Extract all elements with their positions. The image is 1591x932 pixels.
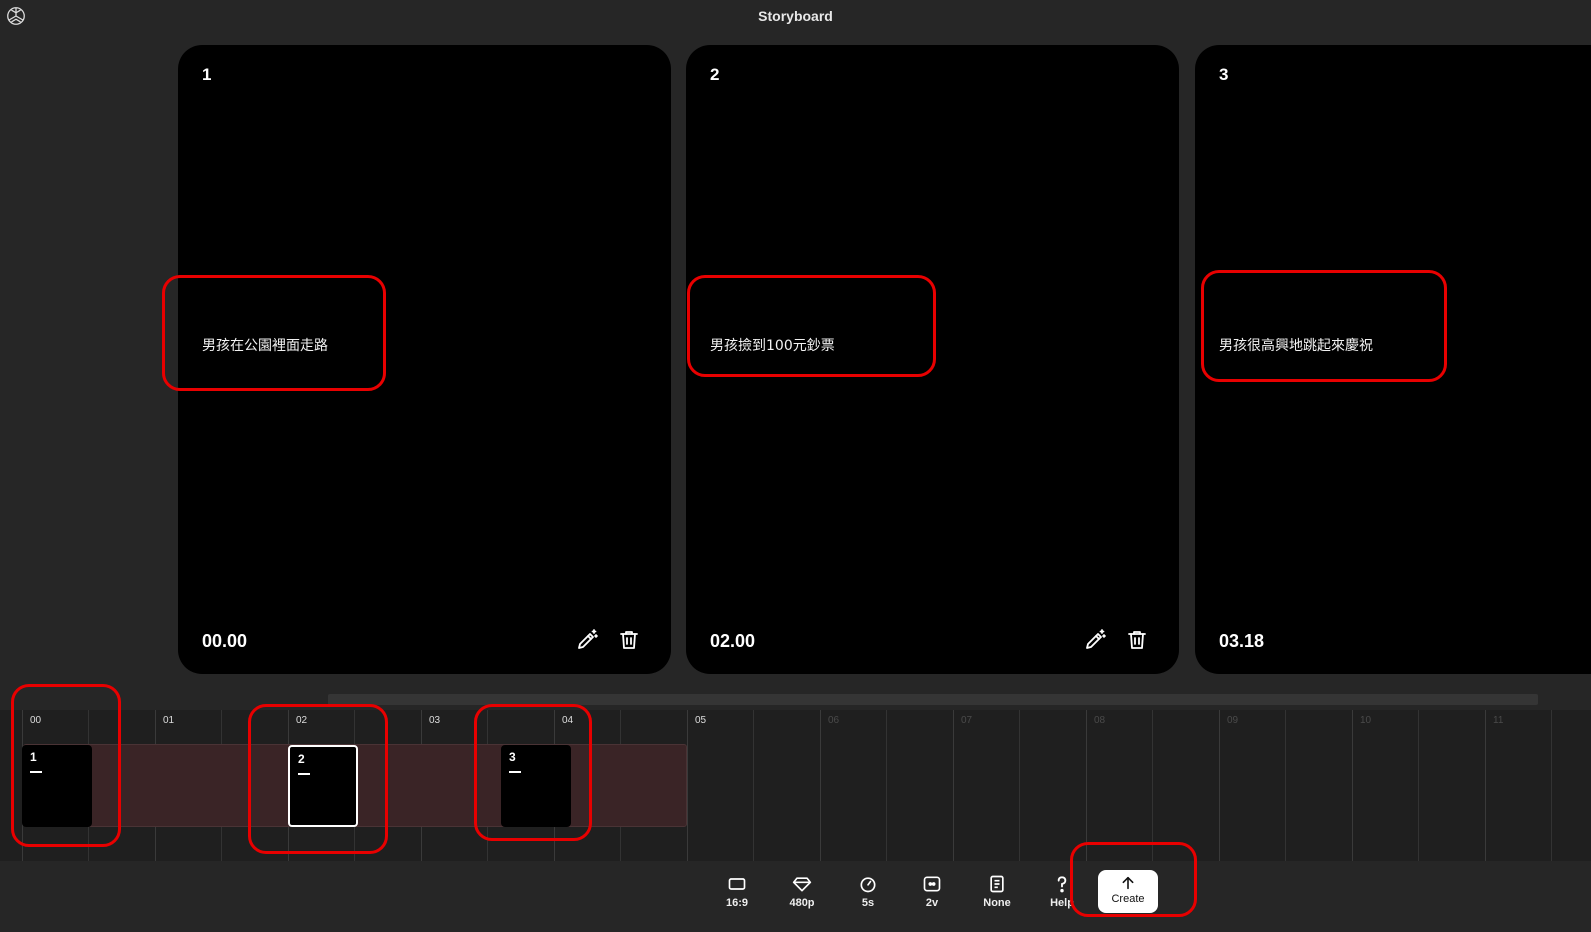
trash-icon[interactable]: [1125, 628, 1149, 652]
horizontal-scrollbar[interactable]: [328, 694, 1538, 705]
clip-dash: [30, 771, 42, 773]
aspect-ratio-icon: [728, 878, 746, 890]
preset-label: None: [983, 897, 1011, 909]
timeline-half-tick-line: [753, 710, 754, 861]
timeline-clip-1[interactable]: 1: [22, 745, 92, 827]
storyboard-card-2[interactable]: 2 男孩撿到100元鈔票 02.00: [686, 45, 1179, 674]
preset-icon: [990, 875, 1004, 893]
page-title: Storyboard: [758, 8, 833, 24]
timeline-tick-line: [687, 710, 688, 861]
aspect-ratio-button[interactable]: 16:9: [712, 874, 762, 909]
top-bar: Storyboard: [0, 0, 1591, 40]
clip-number: 1: [30, 750, 37, 764]
duration-label: 5s: [861, 897, 875, 909]
timeline-tick-label: 05: [695, 715, 707, 726]
card-caption[interactable]: 男孩在公園裡面走路: [202, 335, 328, 355]
resolution-button[interactable]: 480p: [777, 874, 827, 909]
card-caption[interactable]: 男孩撿到100元鈔票: [710, 335, 835, 355]
timeline-tick-line: [820, 710, 821, 861]
timeline-tick-label: 06: [828, 715, 840, 726]
timeline-tick-line: [1485, 710, 1486, 861]
timeline-tick-label: 08: [1094, 715, 1106, 726]
timeline-tick-label: 01: [163, 715, 175, 726]
timeline-half-tick-line: [1019, 710, 1020, 861]
timeline-tick-label: 02: [296, 715, 308, 726]
create-button[interactable]: Create: [1098, 870, 1158, 913]
storyboard-card-3[interactable]: 3 男孩很高興地跳起來慶祝 03.18: [1195, 45, 1591, 674]
clip-dash: [298, 773, 310, 775]
clip-dash: [509, 771, 521, 773]
clip-number: 3: [509, 750, 516, 764]
card-time: 00.00: [202, 631, 248, 651]
stopwatch-icon: [860, 877, 876, 893]
help-button[interactable]: Help: [1037, 874, 1087, 909]
card-caption[interactable]: 男孩很高興地跳起來慶祝: [1219, 335, 1373, 355]
help-label: Help: [1050, 897, 1074, 909]
timeline-tick-label: 11: [1493, 715, 1504, 726]
resolution-label: 480p: [789, 897, 815, 909]
question-icon: [1057, 876, 1067, 893]
diamond-icon: [792, 877, 812, 892]
timeline-tick-label: 10: [1360, 715, 1372, 726]
variations-label: 2v: [925, 897, 939, 909]
timeline-half-tick-line: [1152, 710, 1153, 861]
card-number: 3: [1219, 65, 1229, 84]
timeline-tick-label: 03: [429, 715, 441, 726]
card-number: 2: [710, 65, 720, 84]
duration-button[interactable]: 5s: [843, 874, 893, 909]
timeline-tick-label: 04: [562, 715, 574, 726]
variations-icon: [923, 876, 941, 892]
storyboard-card-1[interactable]: 1 男孩在公園裡面走路 00.00: [178, 45, 671, 674]
card-number: 1: [202, 65, 212, 84]
trash-icon[interactable]: [617, 628, 641, 652]
timeline-tick-line: [1086, 710, 1087, 861]
magic-pencil-icon[interactable]: [1083, 628, 1107, 652]
bottom-toolbar: 16:9 480p 5s 2v None Help Create: [0, 861, 1591, 932]
timeline[interactable]: 00 01 02 03 04 05 06 07 08 09 10 11 1 2 3: [0, 710, 1591, 861]
timeline-tick-line: [1219, 710, 1220, 861]
timeline-tick-line: [953, 710, 954, 861]
create-label: Create: [1111, 893, 1145, 905]
timeline-tick-label: 09: [1227, 715, 1239, 726]
card-time: 03.18: [1219, 631, 1265, 651]
magic-pencil-icon[interactable]: [575, 628, 599, 652]
timeline-half-tick-line: [1285, 710, 1286, 861]
timeline-half-tick-line: [1418, 710, 1419, 861]
variations-button[interactable]: 2v: [907, 874, 957, 909]
timeline-tick-line: [1352, 710, 1353, 861]
timeline-half-tick-line: [886, 710, 887, 861]
timeline-tick-label: 07: [961, 715, 973, 726]
aspect-ratio-label: 16:9: [725, 897, 749, 909]
clip-number: 2: [298, 752, 305, 766]
timeline-half-tick-line: [1551, 710, 1552, 861]
card-time: 02.00: [710, 631, 756, 651]
timeline-tick-label: 00: [30, 715, 42, 726]
timeline-clip-3[interactable]: 3: [501, 745, 571, 827]
preset-button[interactable]: None: [972, 874, 1022, 909]
timeline-clip-2[interactable]: 2: [288, 745, 358, 827]
arrow-up-icon: [1122, 876, 1134, 890]
